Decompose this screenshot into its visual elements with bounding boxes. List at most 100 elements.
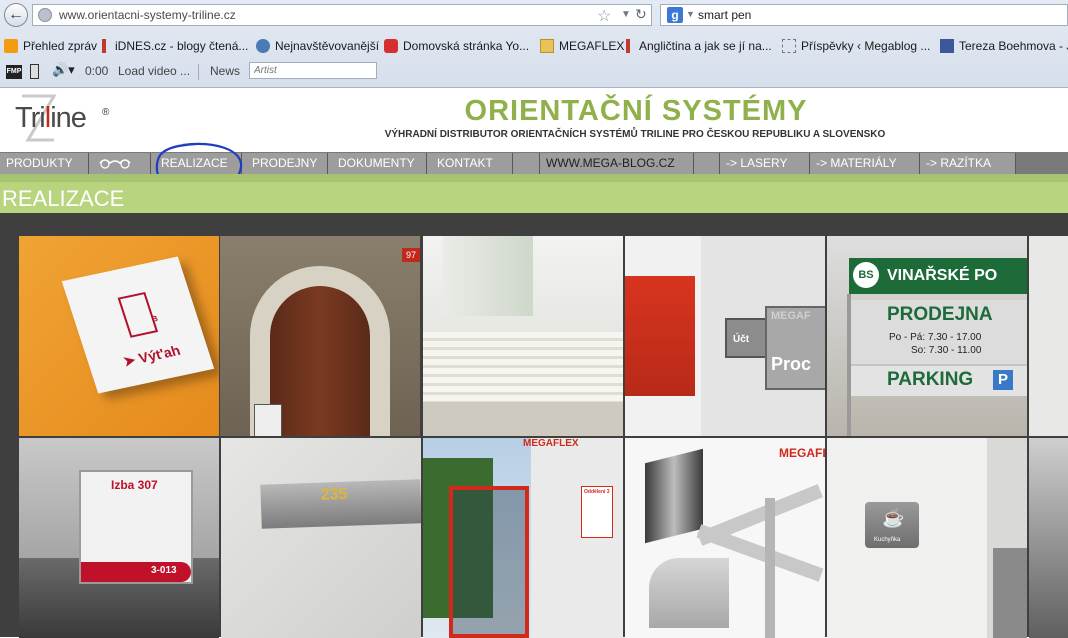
bookmark-label: MEGAFLEX	[559, 39, 625, 53]
bookmark-item[interactable]: Příspěvky ‹ Megablog ...	[782, 38, 930, 54]
menu-item-blank[interactable]	[694, 153, 720, 174]
artist-input[interactable]	[249, 62, 377, 79]
gallery-tile-doorway[interactable]: 97	[220, 236, 420, 436]
address-bar[interactable]: www.orientacni-systemy-triline.cz ☆ ▼ ↻	[32, 4, 652, 26]
bookmark-item[interactable]: MEGAFLEX	[540, 38, 624, 54]
toolbar-divider	[198, 64, 199, 80]
wall-sign: Účt	[725, 318, 769, 358]
rss-icon	[4, 39, 18, 53]
triline-logo[interactable]: Triline ®	[12, 94, 122, 148]
gallery-tile-door-number[interactable]: 235	[221, 438, 421, 638]
news-link[interactable]: News	[210, 64, 240, 78]
sign-post	[847, 294, 851, 436]
back-arrow-icon: ←	[8, 6, 24, 23]
bookmark-label: Tereza Boehmova - Je...	[959, 39, 1068, 53]
bookmark-item[interactable]: Domovská stránka Yo...	[384, 38, 529, 54]
gallery-tile-signpost-products[interactable]: MEGAFLEX	[625, 438, 825, 638]
menu-item-realizace[interactable]: REALIZACE	[151, 153, 242, 174]
search-box[interactable]: g ▼ smart pen	[660, 4, 1068, 26]
globe-icon	[38, 8, 52, 22]
sign-text: MEGAF	[771, 310, 811, 322]
reload-icon[interactable]: ↻	[635, 6, 647, 23]
room-name: Izba 307	[111, 478, 158, 492]
menu-item-lasery[interactable]: -> LASERY	[720, 153, 810, 174]
door-number: 235	[320, 485, 348, 504]
section-title: REALIZACE	[2, 186, 125, 211]
bookmark-label: Angličtina a jak se jí na...	[639, 39, 772, 53]
bookmark-label: Přehled zpráv	[23, 39, 98, 53]
menu-item-produkty[interactable]: PRODUKTY	[0, 153, 89, 174]
site-title: ORIENTAČNÍ SYSTÉMY	[464, 95, 808, 127]
winery-brand: VINAŘSKÉ PO	[887, 267, 998, 284]
gallery-tile-reception-desk[interactable]	[423, 236, 623, 436]
speaker-icon[interactable]: 🔊▾	[52, 62, 75, 78]
menu-item-glasses[interactable]	[89, 153, 151, 174]
directory-text: Oddělení 3	[584, 489, 610, 495]
shop-panel: PRODEJNA Po - Pá: 7.30 - 17.00 So: 7.30 …	[849, 300, 1027, 364]
gallery-tile-room-sign[interactable]: Izba 307 3-013	[19, 438, 219, 638]
gallery-tile-kitchen-sign[interactable]: ☕ Kuchyňka	[827, 438, 1027, 638]
bookmark-label: Nejnavštěvovanější	[275, 39, 380, 53]
window	[443, 236, 533, 316]
gallery-tile-elevator-sign[interactable]: B ➤ Výt'ah	[19, 236, 219, 436]
gallery-tile-building[interactable]: MEGAFLEX Oddělení 3	[423, 438, 623, 638]
section-header	[0, 182, 1068, 213]
building-wall	[531, 438, 623, 638]
green-divider	[0, 174, 1068, 182]
menu-item-materialy[interactable]: -> MATERIÁLY	[810, 153, 920, 174]
idnes-icon	[102, 39, 106, 53]
parking-panel: PARKING P	[849, 366, 1027, 396]
bookmark-item[interactable]: iDNES.cz - blogy čtená...	[98, 38, 248, 54]
house-number-sign: 97	[402, 248, 420, 262]
logo-wordmark: Triline	[15, 102, 87, 135]
coffee-cup-icon: ☕	[882, 508, 905, 528]
elevator-text: Výt'ah	[136, 342, 183, 366]
search-engine-dropdown-icon[interactable]: ▼	[686, 9, 695, 19]
browser-chrome: ← www.orientacni-systemy-triline.cz ☆ ▼ …	[0, 0, 1068, 88]
url-history-dropdown-icon[interactable]: ▼	[621, 9, 631, 20]
signpost-pole	[765, 498, 775, 638]
site-subtitle: VÝHRADNÍ DISTRIBUTOR ORIENTAČNÍCH SYSTÉM…	[384, 129, 886, 140]
directory-sign: Oddělení 3	[581, 486, 613, 538]
load-video-link[interactable]: Load video ...	[118, 64, 190, 78]
room-code-strip: 3-013	[81, 562, 191, 582]
elevator-caption: ➤ Výt'ah	[121, 342, 183, 370]
bookmark-item[interactable]: Angličtina a jak se jí na...	[622, 38, 772, 54]
curved-sign-product	[649, 558, 729, 628]
menu-item-razitka[interactable]: -> RAZÍTKA	[920, 153, 1016, 174]
sign-text: Účt	[733, 334, 750, 345]
gallery-tile-partial[interactable]	[1029, 236, 1068, 436]
logo-text-start: Tri	[15, 102, 46, 134]
menu-item-prodejny[interactable]: PRODEJNY	[242, 153, 328, 174]
search-query[interactable]: smart pen	[698, 8, 751, 22]
kitchen-label: Kuchyňka	[874, 537, 901, 543]
bookmark-item[interactable]: Nejnavštěvovanější	[256, 38, 379, 54]
bookmark-label: Příspěvky ‹ Megablog ...	[801, 39, 931, 53]
menu-item-dokumenty[interactable]: DOKUMENTY	[328, 153, 427, 174]
bookmark-label: Domovská stránka Yo...	[403, 39, 530, 53]
url-text[interactable]: www.orientacni-systemy-triline.cz	[59, 8, 236, 22]
elevator-sign: B ➤ Výt'ah	[61, 256, 215, 394]
gallery-tile-winery-sign[interactable]: BS VINAŘSKÉ PO PRODEJNA Po - Pá: 7.30 - …	[827, 236, 1027, 436]
gallery-tile-office-signs[interactable]: Účt MEGAF Proc	[625, 236, 825, 436]
google-logo-icon[interactable]: g	[667, 7, 683, 23]
ceiling-sign-product	[645, 448, 703, 544]
menu-item-blank[interactable]	[513, 153, 540, 174]
bookmark-item[interactable]: Tereza Boehmova - Je...	[940, 38, 1068, 54]
fmp-icon[interactable]: FMP	[6, 65, 22, 79]
bookmark-star-icon[interactable]: ☆	[597, 6, 611, 26]
menu-item-mega-blog[interactable]: WWW.MEGA-BLOG.CZ	[540, 153, 694, 174]
phone-icon[interactable]	[30, 64, 39, 79]
red-window	[625, 276, 695, 396]
shop-text: PRODEJNA	[887, 304, 993, 325]
registered-mark: ®	[102, 107, 110, 118]
parking-text: PARKING	[887, 369, 974, 390]
gallery-tile-partial[interactable]	[1029, 438, 1068, 638]
door-number-plate: 235	[260, 479, 421, 529]
sign-text: Proc	[771, 354, 812, 374]
back-button[interactable]: ←	[4, 3, 28, 27]
folder-icon	[540, 39, 554, 53]
wall-sign: MEGAF Proc	[765, 306, 825, 390]
bookmark-item[interactable]: Přehled zpráv	[4, 38, 97, 54]
menu-item-kontakt[interactable]: KONTAKT	[427, 153, 513, 174]
